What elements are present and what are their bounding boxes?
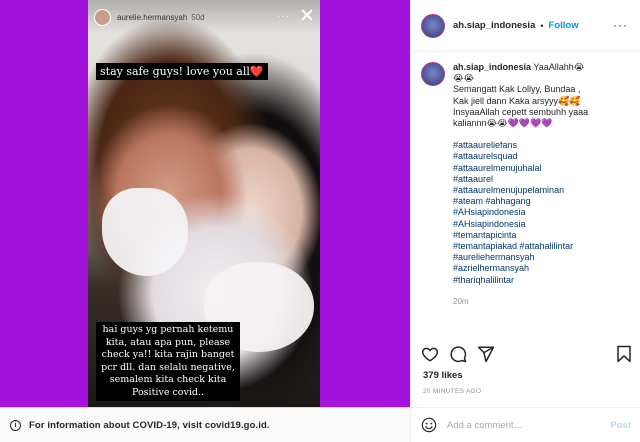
caption-line: pcr dll. dan selalu negative, [101, 361, 235, 373]
hashtag-link[interactable]: #thariqhalilintar [453, 275, 588, 286]
face-mask-left [102, 188, 188, 276]
caption-body: ah.siap_indonesia YaaAllahh😭 😭😭 Semangat… [453, 62, 588, 307]
author-username[interactable]: ah.siap_indonesia [453, 20, 535, 31]
author-avatar[interactable] [421, 13, 445, 38]
story-more-icon[interactable]: ··· [277, 11, 290, 22]
comment-time: 20m [453, 296, 469, 306]
caption-line: kita, atau apa pun, please [105, 336, 231, 348]
hashtag-link[interactable]: #attaaurel [453, 174, 588, 185]
caption-line: hai guys yg pernah ketemu [102, 324, 234, 335]
like-count[interactable]: 379 likes [423, 370, 463, 381]
caption-username[interactable]: ah.siap_indonesia [453, 62, 531, 72]
story-screenshot: aurelie.hermansyah 50d ··· stay safe guy… [88, 0, 320, 407]
hashtag-link[interactable]: #attaaurelmenujuhalal [453, 163, 588, 174]
caption-top-text: stay safe guys! love you all [100, 65, 250, 78]
caption-comment: ah.siap_indonesia YaaAllahh😭 😭😭 Semangat… [421, 62, 633, 307]
caption-line: YaaAllahh😭 [533, 62, 585, 72]
heart-icon: ❤️ [249, 65, 264, 78]
emoji-smile-icon[interactable] [421, 417, 437, 433]
comment-input[interactable]: Add a comment… [447, 420, 610, 431]
post-comment-button[interactable]: Post [610, 420, 631, 431]
hashtag-link[interactable]: #attaaurelmenujupelaminan [453, 185, 588, 196]
add-comment-bar: Add a comment… Post [411, 407, 640, 442]
hashtag-link[interactable]: #AHsiapindonesia [453, 207, 588, 218]
hashtag-link[interactable]: #attaaurelsquad [453, 151, 588, 162]
covid-info-banner[interactable]: i For information about COVID-19, visit … [0, 407, 410, 442]
hashtag-link[interactable]: #aureliehermansyah [453, 252, 588, 263]
hashtag-link[interactable]: #azrielhermansyah [453, 263, 588, 274]
hashtag-link[interactable]: #temantapiakad #attahalilintar [453, 241, 588, 252]
post-actions [421, 345, 633, 365]
post-panel: ah.siap_indonesia • Follow ··· ah.siap_i… [410, 0, 640, 442]
covid-info-text[interactable]: For information about COVID-19, visit co… [29, 420, 270, 431]
hashtag-link[interactable]: #attaaureliefans [453, 140, 588, 151]
story-time: 50d [191, 12, 205, 22]
more-options-icon[interactable]: ··· [613, 18, 628, 32]
caption-line: Kak jiell dann Kaka arsyyy🥰🥰 [453, 95, 581, 106]
hashtag-link[interactable]: #AHsiapindonesia [453, 219, 588, 230]
caption-line: kaliannn😭😭💜💜💜💜 [453, 118, 553, 129]
hashtag-list: #attaaureliefans #attaaurelsquad #attaau… [453, 140, 588, 286]
info-icon: i [10, 419, 21, 431]
caption-line: 😭😭 [453, 73, 475, 84]
caption-line: Positive covid.. [131, 386, 205, 398]
caption-line: InsyaaAllah cepett sembuhh yaaa [453, 106, 589, 117]
separator-dot: • [540, 20, 544, 31]
hashtag-link[interactable]: #temantapicinta [453, 230, 588, 241]
share-send-icon[interactable] [477, 345, 495, 363]
post-timestamp: 20 MINUTES AGO [423, 388, 482, 395]
story-username[interactable]: aurelie.hermansyah [117, 13, 187, 22]
close-icon[interactable] [300, 8, 314, 22]
caption-line: semalem kita check kita [109, 374, 227, 385]
commenter-avatar[interactable] [421, 62, 445, 86]
screen: aurelie.hermansyah 50d ··· stay safe guy… [0, 0, 640, 442]
caption-line: check ya!! kita rajin banget [101, 349, 235, 360]
caption-line: Semangatt Kak Lollyy, Bundaa , [453, 84, 581, 95]
comment-bubble-icon[interactable] [449, 345, 467, 363]
hashtag-link[interactable]: #ateam #ahhagang [453, 196, 588, 207]
story-avatar[interactable] [94, 8, 111, 26]
like-heart-icon[interactable] [421, 345, 439, 363]
story-area: aurelie.hermansyah 50d ··· stay safe guy… [0, 0, 410, 407]
post-header: ah.siap_indonesia • Follow ··· [411, 0, 640, 52]
story-caption-bottom: hai guys yg pernah ketemu kita, atau apa… [96, 322, 240, 401]
story-caption-top: stay safe guys! love you all❤️ [96, 63, 268, 80]
bookmark-icon[interactable] [615, 345, 633, 363]
follow-button[interactable]: Follow [549, 20, 579, 31]
